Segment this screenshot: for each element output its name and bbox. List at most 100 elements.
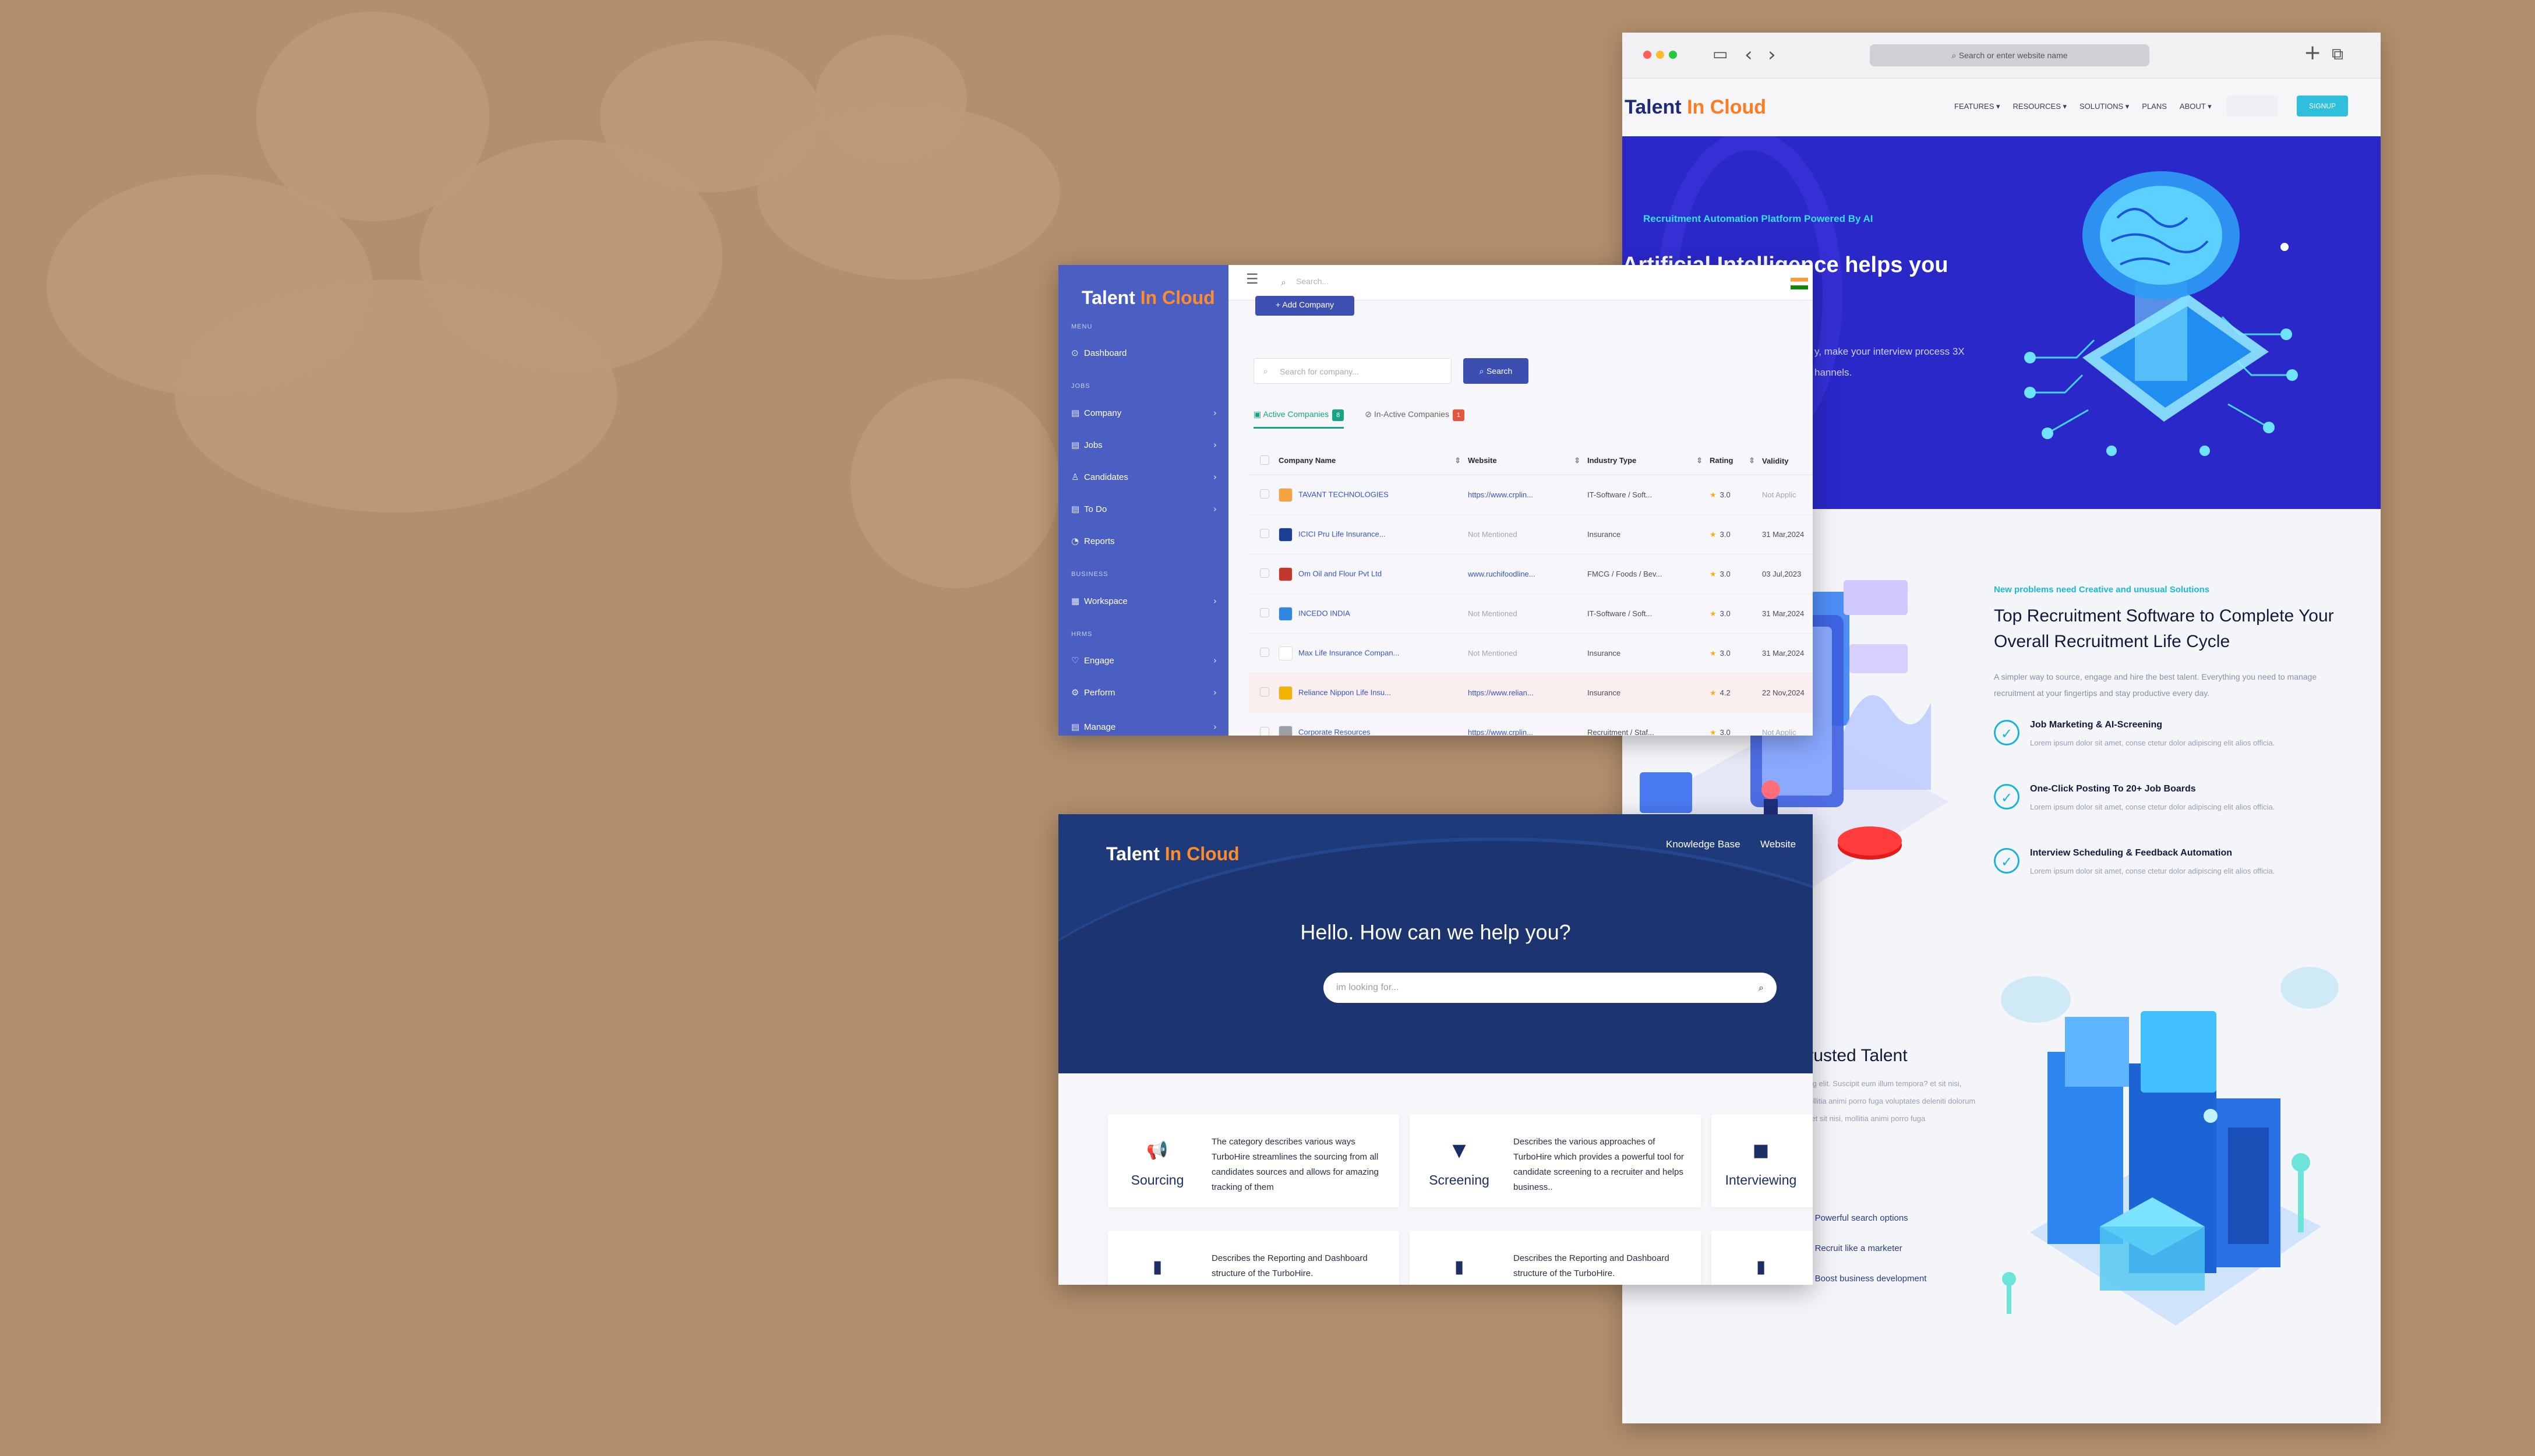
row-checkbox[interactable]	[1249, 554, 1278, 594]
website-cell[interactable]: https://www.crplin...	[1467, 712, 1587, 736]
forward-arrow-icon[interactable]: ›	[1768, 43, 1776, 66]
sidebar-toggle-icon[interactable]: ▭	[1713, 44, 1728, 63]
manage-icon: ▤	[1071, 722, 1080, 732]
company-name-cell[interactable]: Corporate Resources	[1278, 712, 1467, 736]
add-company-button[interactable]: + Add Company	[1255, 296, 1354, 316]
search-icon: ⌕	[1281, 277, 1286, 288]
hero-tagline: Recruitment Automation Platform Powered …	[1643, 213, 1873, 224]
count-badge: 8	[1332, 409, 1344, 421]
category-card-interviewing[interactable]: ■ Interviewing	[1711, 1114, 1813, 1207]
logo-word: Talent	[1082, 287, 1135, 308]
kb-logo[interactable]: Talent In Cloud	[1106, 843, 1240, 865]
dashboard-topbar: ☰ ⌕ Search...	[1228, 265, 1813, 301]
sidebar-item-jobs[interactable]: ▤ Jobs ›	[1071, 440, 1217, 450]
close-window-button[interactable]	[1643, 51, 1651, 59]
tab-active-companies[interactable]: ▣ Active Companies 8	[1254, 409, 1344, 429]
column-header[interactable]: Website ⇕	[1467, 447, 1587, 475]
kb-search-input[interactable]: im looking for... ⌕	[1323, 973, 1777, 1003]
website-cell[interactable]: www.ruchifoodline...	[1467, 554, 1587, 594]
website-cell[interactable]: https://www.crplin...	[1467, 475, 1587, 515]
category-card[interactable]: ▮	[1711, 1231, 1813, 1285]
sidebar-item-label: To Do	[1084, 504, 1107, 514]
select-all-checkbox[interactable]	[1249, 447, 1278, 475]
menu-plans[interactable]: PLANS	[2142, 102, 2167, 111]
chevron-right-icon: ›	[1213, 687, 1217, 698]
dashboard-logo[interactable]: Talent In Cloud	[1082, 287, 1215, 309]
new-tab-icon[interactable]: +	[2304, 41, 2321, 65]
company-name-cell[interactable]: ICICI Pru Life Insurance...	[1278, 514, 1467, 554]
maximize-window-button[interactable]	[1669, 51, 1677, 59]
category-card-sourcing[interactable]: 📢 Sourcing The category describes variou…	[1108, 1114, 1399, 1207]
row-checkbox[interactable]	[1249, 633, 1278, 673]
sidebar-item-candidates[interactable]: ♙ Candidates ›	[1071, 472, 1217, 482]
back-arrow-icon[interactable]: ‹	[1745, 43, 1753, 66]
company-name-cell[interactable]: Max Life Insurance Compan...	[1278, 633, 1467, 673]
company-search-button[interactable]: ⌕ Search	[1463, 358, 1528, 384]
benefit-label: Powerful search options	[1814, 1213, 1908, 1223]
search-icon[interactable]: ⌕	[1759, 973, 1764, 1003]
table-row[interactable]: Corporate Resources https://www.crplin...…	[1249, 712, 1813, 736]
table-row[interactable]: Reliance Nippon Life Insu... https://www.…	[1249, 673, 1813, 713]
sidebar-item-label: Manage	[1084, 722, 1116, 732]
validity-cell: 31 Mar,2024	[1761, 593, 1813, 634]
row-checkbox[interactable]	[1249, 712, 1278, 736]
sidebar-item-engage[interactable]: ♡ Engage ›	[1071, 655, 1217, 666]
table-row[interactable]: ICICI Pru Life Insurance... Not Mentioned…	[1249, 514, 1813, 554]
company-name: Reliance Nippon Life Insu...	[1298, 687, 1391, 697]
category-card-screening[interactable]: ▼ Screening Describes the various approa…	[1410, 1114, 1701, 1207]
company-name-cell[interactable]: Reliance Nippon Life Insu...	[1278, 673, 1467, 713]
site-logo[interactable]: Talent In Cloud	[1625, 96, 1766, 119]
sidebar-item-company[interactable]: ▤ Company ›	[1071, 408, 1217, 418]
company-name-cell[interactable]: INCEDO INDIA	[1278, 593, 1467, 634]
sidebar-item-todo[interactable]: ▤ To Do ›	[1071, 504, 1217, 514]
column-header[interactable]: Industry Type ⇕	[1587, 447, 1709, 475]
minimize-window-button[interactable]	[1656, 51, 1664, 59]
table-row[interactable]: Om Oil and Flour Pvt Ltd www.ruchifoodlin…	[1249, 554, 1813, 594]
sidebar-item-workspace[interactable]: ▦ Workspace ›	[1071, 596, 1217, 606]
company-name-cell[interactable]: TAVANT TECHNOLOGIES	[1278, 475, 1467, 515]
company-logo	[1279, 527, 1293, 542]
india-flag-icon[interactable]	[1791, 278, 1808, 289]
row-checkbox[interactable]	[1249, 593, 1278, 634]
menu-resources[interactable]: RESOURCES ▾	[2013, 102, 2067, 111]
knowledge-base-link[interactable]: Knowledge Base	[1666, 839, 1740, 850]
star-icon: ★	[1710, 490, 1717, 499]
row-checkbox[interactable]	[1249, 514, 1278, 554]
column-header[interactable]: Company Name ⇕	[1278, 447, 1467, 475]
ai-brain-illustration	[2024, 171, 2298, 456]
column-header[interactable]: Rating ⇕	[1709, 447, 1761, 475]
sidebar-item-dashboard[interactable]: ⊙ Dashboard	[1071, 348, 1217, 358]
sidebar-item-reports[interactable]: ◔ Reports	[1071, 536, 1217, 546]
table-row[interactable]: Max Life Insurance Compan... Not Mentione…	[1249, 633, 1813, 673]
row-checkbox[interactable]	[1249, 475, 1278, 515]
validity-cell: 31 Mar,2024	[1761, 514, 1813, 554]
menu-solutions[interactable]: SOLUTIONS ▾	[2079, 102, 2129, 111]
sidebar-section-label: JOBS	[1071, 383, 1090, 390]
sidebar-item-manage[interactable]: ▤ Manage ›	[1071, 722, 1217, 732]
website-cell[interactable]: https://www.relian...	[1467, 673, 1587, 713]
topbar-search-input[interactable]: Search...	[1296, 277, 1488, 286]
tab-overview-icon[interactable]: ⧉	[2332, 44, 2343, 64]
briefcase-icon: ▤	[1071, 440, 1080, 450]
category-card-reporting[interactable]: ▮ Describes the Reporting and Dashboard …	[1410, 1231, 1701, 1285]
login-button[interactable]	[2227, 96, 2278, 116]
category-card-reporting[interactable]: ▮ Describes the Reporting and Dashboard …	[1108, 1231, 1399, 1285]
table-row[interactable]: TAVANT TECHNOLOGIES https://www.crplin...…	[1249, 475, 1813, 515]
website-link[interactable]: Website	[1760, 839, 1796, 850]
tab-inactive-companies[interactable]: ⊘ In-Active Companies 1	[1365, 409, 1464, 429]
company-name-cell[interactable]: Om Oil and Flour Pvt Ltd	[1278, 554, 1467, 594]
menu-features[interactable]: FEATURES ▾	[1954, 102, 2000, 111]
hamburger-menu-icon[interactable]: ☰	[1246, 271, 1259, 287]
sidebar-item-perform[interactable]: ⚙ Perform ›	[1071, 687, 1217, 698]
table-row[interactable]: INCEDO INDIA Not Mentioned IT-Software / S…	[1249, 593, 1813, 634]
search-icon: ⌕	[1263, 367, 1268, 376]
menu-about[interactable]: ABOUT ▾	[2180, 102, 2212, 111]
row-checkbox[interactable]	[1249, 673, 1278, 713]
feature-title: Interview Scheduling & Feedback Automati…	[2030, 848, 2233, 858]
address-bar[interactable]: ⌕ Search or enter website name	[1870, 44, 2149, 66]
signup-button[interactable]: SIGNUP	[2297, 96, 2348, 116]
logo-word: In	[1140, 287, 1157, 308]
column-header[interactable]: Validity	[1761, 447, 1813, 475]
company-search-input[interactable]: ⌕ Search for company...	[1254, 358, 1452, 384]
category-name: Interviewing	[1725, 1172, 1797, 1188]
